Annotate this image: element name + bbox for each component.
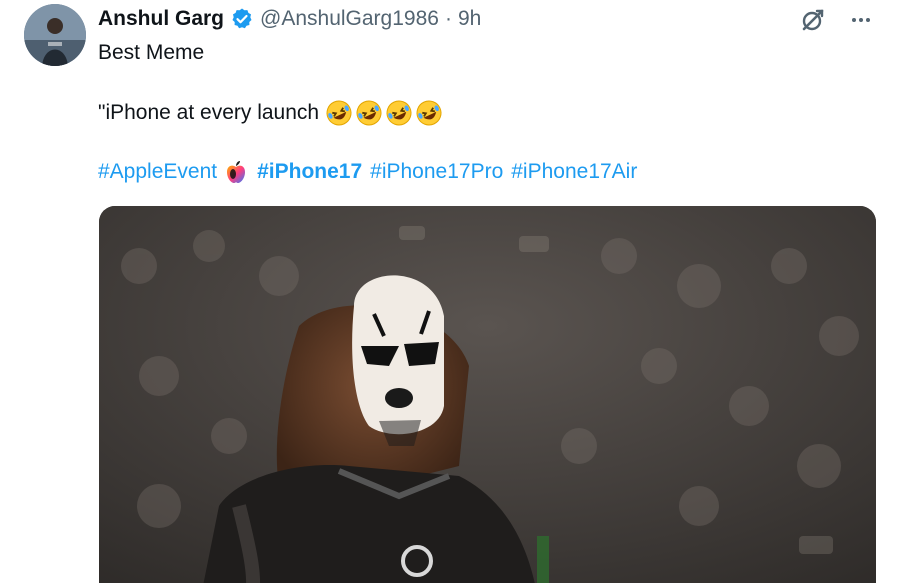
tweet-text-line-1: Best Meme — [98, 41, 205, 64]
tweet-timestamp[interactable]: 9h — [458, 6, 481, 32]
rolling-laughing-emoji-icon — [415, 99, 443, 127]
separator-dot: · — [444, 7, 452, 30]
author-handle[interactable]: @AnshulGarg1986 — [260, 6, 439, 32]
grok-icon[interactable] — [799, 6, 827, 34]
wrestler-face-paint-image — [99, 206, 876, 583]
verified-badge-icon — [230, 7, 254, 31]
rolling-laughing-emoji-icon — [325, 99, 353, 127]
apple-event-emoji-icon — [223, 159, 249, 185]
emoji-group — [325, 99, 443, 127]
author-name[interactable]: Anshul Garg — [98, 6, 224, 32]
tweet-media-video[interactable] — [99, 206, 876, 583]
author-avatar[interactable] — [24, 4, 86, 66]
hashtag-line: #AppleEvent #iPhone17 #iPhone17Pro #iPho… — [98, 159, 637, 185]
hashtag-iphone17air[interactable]: #iPhone17Air — [511, 159, 637, 185]
tweet-text-line-2: "iPhone at every launch — [98, 99, 443, 127]
rolling-laughing-emoji-icon — [355, 99, 383, 127]
hashtag-iphone17pro[interactable]: #iPhone17Pro — [370, 159, 503, 185]
hashtag-iphone17[interactable]: #iPhone17 — [257, 159, 362, 185]
tweet-header: Anshul Garg @AnshulGarg1986 · 9h — [98, 6, 481, 32]
tweet-actions-top — [799, 6, 875, 34]
rolling-laughing-emoji-icon — [385, 99, 413, 127]
tweet: Anshul Garg @AnshulGarg1986 · 9h Best Me… — [0, 0, 899, 583]
more-options-icon[interactable] — [847, 6, 875, 34]
hashtag-appleevent[interactable]: #AppleEvent — [98, 159, 217, 185]
tweet-text-line-2-text: "iPhone at every launch — [98, 101, 320, 124]
